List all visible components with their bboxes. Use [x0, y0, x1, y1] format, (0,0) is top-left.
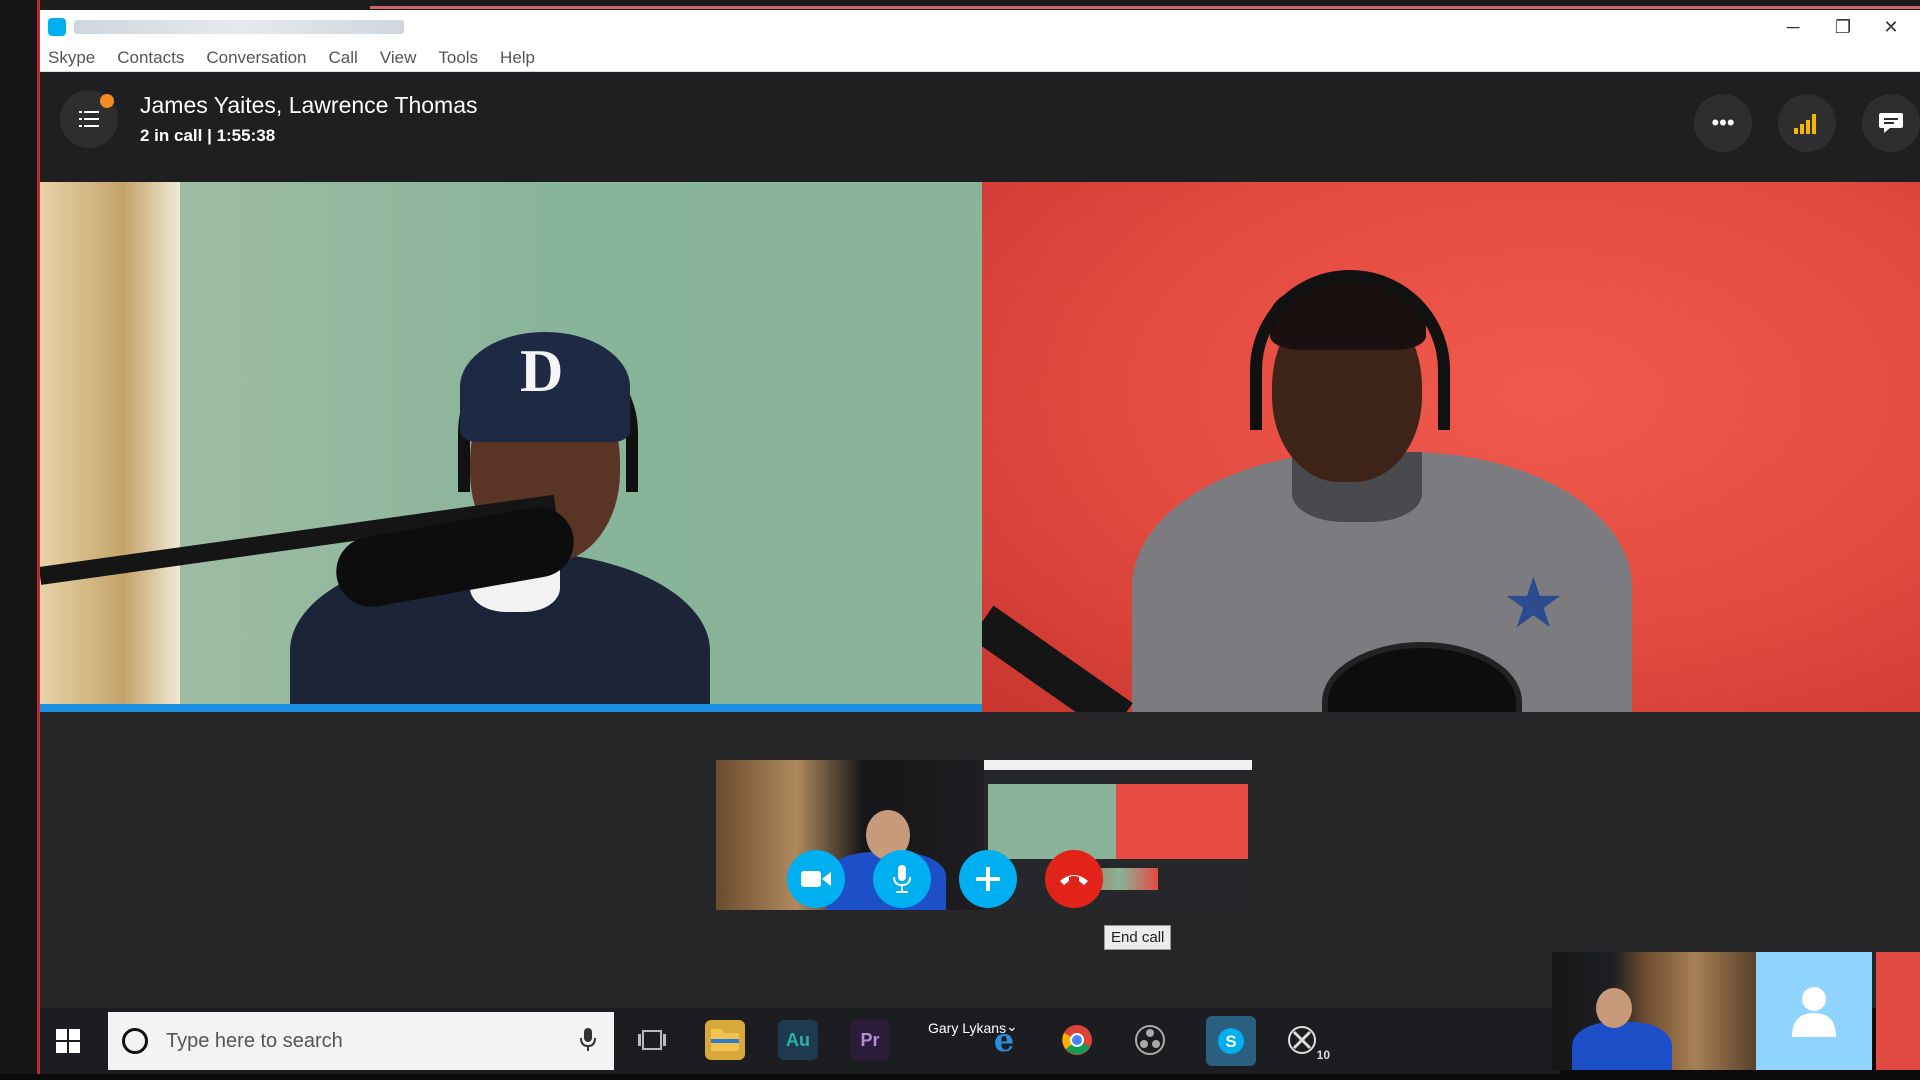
more-options-button[interactable]: •••	[1694, 94, 1752, 152]
menu-tools[interactable]: Tools	[438, 48, 478, 68]
signal-icon	[1794, 114, 1816, 134]
windows-logo-icon	[56, 1029, 80, 1053]
cortana-icon	[122, 1028, 148, 1054]
menu-conversation[interactable]: Conversation	[206, 48, 306, 68]
menu-call[interactable]: Call	[329, 48, 358, 68]
menu-skype[interactable]: Skype	[48, 48, 95, 68]
call-quality-button[interactable]	[1778, 94, 1836, 152]
active-speaker-indicator	[40, 704, 982, 712]
top-edge	[0, 0, 1920, 10]
adobe-audition-icon[interactable]: Au	[778, 1020, 818, 1060]
skype-taskbar-icon[interactable]: S	[1206, 1016, 1256, 1066]
taskbar-search-box[interactable]: Type here to search	[108, 1012, 614, 1070]
close-button[interactable]: ✕	[1868, 10, 1914, 44]
show-conversation-button[interactable]	[1862, 94, 1920, 152]
window-titlebar: ─ ❐ ✕	[40, 10, 1920, 44]
video-tile-participant-2[interactable]: ★	[982, 182, 1920, 712]
video-camera-icon	[801, 871, 831, 887]
edge-browser-icon[interactable]: e	[984, 1020, 1024, 1060]
minimize-button[interactable]: ─	[1770, 10, 1816, 44]
svg-text:S: S	[1225, 1032, 1236, 1051]
menu-contacts[interactable]: Contacts	[117, 48, 184, 68]
maximize-button[interactable]: ❐	[1820, 10, 1866, 44]
more-icon: •••	[1711, 110, 1735, 135]
windows-taskbar: Type here to search Au Pr Gary Lykans ⌄ …	[40, 1008, 1560, 1074]
chrome-icon[interactable]	[1057, 1020, 1097, 1060]
background-door	[40, 182, 180, 712]
end-call-tooltip: End call	[1104, 925, 1172, 950]
end-call-button[interactable]	[1045, 850, 1103, 908]
obs-icon[interactable]	[1130, 1020, 1170, 1060]
call-status: 2 in call | 1:55:38	[140, 126, 276, 145]
call-controls	[787, 850, 1103, 908]
blurred-window-title	[74, 20, 404, 34]
xbox-icon[interactable]: 10	[1282, 1020, 1330, 1062]
microphone-icon	[893, 865, 911, 893]
menubar: Skype Contacts Conversation Call View To…	[40, 44, 1920, 72]
video-toggle-button[interactable]	[787, 850, 845, 908]
floating-video-edge	[1876, 952, 1920, 1070]
mute-button[interactable]	[873, 850, 931, 908]
left-edge-strip	[0, 0, 40, 1080]
menu-help[interactable]: Help	[500, 48, 535, 68]
avatar	[1756, 952, 1872, 1070]
floating-self-preview[interactable]	[1552, 952, 1756, 1070]
video-tile-participant-1[interactable]: D	[40, 182, 982, 712]
screen: ─ ❐ ✕ Skype Contacts Conversation Call V…	[0, 0, 1920, 1080]
voice-search-icon[interactable]	[580, 1028, 596, 1052]
user-avatar-icon	[1792, 987, 1836, 1037]
plus-icon	[976, 867, 1000, 891]
search-placeholder: Type here to search	[166, 1030, 343, 1052]
skype-app-icon	[48, 18, 66, 36]
cap-logo: D	[520, 338, 564, 404]
add-participant-button[interactable]	[959, 850, 1017, 908]
list-menu-icon	[79, 111, 99, 127]
chat-icon	[1879, 113, 1903, 133]
adobe-premiere-icon[interactable]: Pr	[850, 1020, 890, 1060]
call-header: James Yaites, Lawrence Thomas 2 in call …	[40, 72, 1920, 182]
notification-dot	[100, 94, 114, 108]
star-logo-icon: ★	[1502, 564, 1565, 642]
end-call-icon	[1060, 875, 1088, 885]
menu-view[interactable]: View	[380, 48, 417, 68]
call-title: James Yaites, Lawrence Thomas	[140, 92, 478, 118]
xbox-badge: 10	[1316, 1048, 1330, 1062]
start-button[interactable]	[50, 1023, 86, 1059]
file-explorer-icon[interactable]	[705, 1020, 745, 1060]
task-view-icon[interactable]	[632, 1020, 672, 1060]
call-menu-button[interactable]	[60, 90, 118, 148]
